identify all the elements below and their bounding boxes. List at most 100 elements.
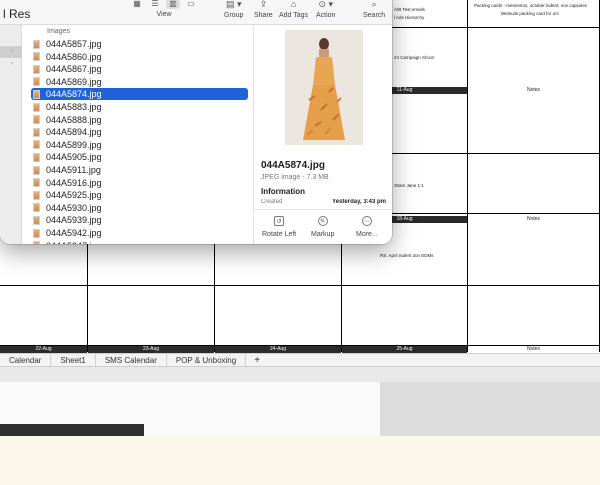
file-row[interactable]: 044A5874.jpg: [31, 88, 248, 101]
preview-actions: ↺ Rotate Left ✎ Markup ⋯ More...: [254, 209, 392, 244]
group-button[interactable]: ▤ ▾ Group: [224, 0, 243, 19]
rotate-left-icon: ↺: [274, 216, 285, 226]
file-thumbnail-icon: [33, 241, 40, 244]
more-label: More...: [356, 231, 378, 238]
file-row[interactable]: 044A5894.jpg: [31, 126, 248, 138]
preview-filename: 044A5874.jpg: [261, 160, 325, 171]
markup-icon: ✎: [317, 216, 328, 226]
file-row[interactable]: 044A5942.jpg: [31, 227, 248, 239]
file-row[interactable]: 044A5869.jpg: [31, 76, 248, 88]
finder-sidebar: › ›: [0, 25, 22, 244]
file-thumbnail-icon: [33, 64, 40, 74]
dress-photo: [285, 30, 363, 145]
add-tags-label: Add Tags: [279, 12, 309, 19]
cell-text: Packing cards - mementos, october indent…: [474, 3, 588, 8]
list-view-icon[interactable]: ☰: [148, 0, 162, 9]
file-thumbnail-icon: [33, 77, 40, 87]
file-list: Images 044A5857.jpg 044A5860.jpg 044A5867.…: [23, 25, 253, 244]
cell-text: l Ads Hierarchy: [394, 15, 425, 20]
notes-header: Notes: [468, 346, 599, 353]
notes-header: Notes: [468, 216, 599, 223]
info-heading: Information: [261, 187, 305, 196]
gallery-view-icon[interactable]: ▭: [184, 0, 198, 9]
markup-button[interactable]: ✎ Markup: [311, 216, 334, 238]
file-name: 044A5925.jpg: [46, 190, 102, 201]
created-value: Yesterday, 3:43 pm: [332, 199, 386, 205]
file-thumbnail-icon: [33, 102, 40, 112]
chevron-right-icon[interactable]: ›: [11, 61, 13, 67]
group-icon: ▤ ▾: [225, 0, 242, 9]
tab-sheet1[interactable]: Sheet1: [51, 354, 96, 366]
background-area: [0, 436, 600, 485]
column-view-icon[interactable]: ▥: [166, 0, 180, 9]
file-name: 044A5905.jpg: [46, 152, 102, 163]
file-name: 044A5916.jpg: [46, 177, 102, 188]
tab-pop-unboxing[interactable]: POP & Unboxing: [167, 354, 247, 366]
file-thumbnail-icon: [33, 115, 40, 125]
screen: Packing cards - mementos, october indent…: [0, 0, 600, 485]
file-row[interactable]: 044A5911.jpg: [31, 164, 248, 176]
file-name: 044A5860.jpg: [46, 51, 102, 62]
file-thumbnail-icon: [33, 127, 40, 137]
file-row[interactable]: 044A5925.jpg: [31, 189, 248, 201]
search-button[interactable]: ⌕ Search: [363, 0, 385, 19]
cell-text: RS: April Indent 3on EDMs: [380, 253, 434, 258]
background-panel: [380, 382, 600, 436]
file-name: 044A5911.jpg: [46, 165, 101, 175]
view-control[interactable]: ▦ ☰ ▥ ▭ View: [130, 0, 198, 18]
file-row[interactable]: 044A5888.jpg: [31, 114, 248, 126]
date-header: 22-Aug: [0, 346, 87, 353]
action-icon: ⊙ ▾: [318, 0, 334, 9]
preview-meta: JPEG image - 7.3 MB: [261, 174, 329, 181]
preview-pane: 044A5874.jpg JPEG image - 7.3 MB Informa…: [253, 25, 392, 244]
file-row[interactable]: 044A5930.jpg: [31, 202, 248, 214]
file-row[interactable]: 044A5939.jpg: [31, 214, 248, 226]
file-row[interactable]: 044A5916.jpg: [31, 177, 248, 189]
list-header-images: Images: [47, 28, 70, 35]
cell-text: 30am Jane 1:1: [394, 183, 424, 188]
file-thumbnail-icon: [33, 140, 40, 150]
file-name: 044A5899.jpg: [46, 139, 102, 150]
file-name: 044A5874.jpg: [46, 89, 102, 100]
file-thumbnail-icon: [33, 215, 40, 225]
action-button[interactable]: ⊙ ▾ Action: [316, 0, 335, 19]
share-label: Share: [254, 12, 273, 19]
finder-toolbar: l Res ▦ ☰ ▥ ▭ View ▤ ▾ Group ⇪ Share ⌂ A…: [0, 0, 392, 25]
cell-text: A/B Test emails: [394, 7, 425, 12]
file-row[interactable]: 044A5899.jpg: [31, 139, 248, 151]
view-label: View: [156, 11, 172, 18]
file-name: 044A5869.jpg: [46, 76, 102, 87]
file-thumbnail-icon: [33, 178, 40, 188]
file-row[interactable]: 044A5905.jpg: [31, 151, 248, 163]
tab-calendar[interactable]: Calendar: [0, 354, 52, 366]
share-button[interactable]: ⇪ Share: [254, 0, 273, 19]
rotate-left-button[interactable]: ↺ Rotate Left: [262, 216, 296, 238]
date-header: 23-Aug: [88, 346, 214, 353]
add-tags-button[interactable]: ⌂ Add Tags: [279, 0, 308, 19]
notes-header: Notes: [468, 87, 599, 94]
tab-sms-calendar[interactable]: SMS Calendar: [96, 354, 167, 366]
file-row[interactable]: 044A5857.jpg: [31, 38, 248, 50]
action-label: Action: [316, 12, 336, 19]
created-label: Created: [261, 199, 283, 205]
group-label: Group: [224, 12, 244, 19]
file-row[interactable]: 044A5883.jpg: [31, 101, 248, 113]
file-thumbnail-icon: [33, 39, 40, 49]
share-icon: ⇪: [259, 0, 268, 9]
add-sheet-button[interactable]: +: [246, 355, 268, 366]
file-row[interactable]: 044A5947.jpg: [31, 240, 248, 244]
dark-bar: [0, 424, 144, 436]
file-row[interactable]: 044A5860.jpg: [31, 51, 248, 63]
file-name: 044A5867.jpg: [46, 64, 102, 75]
file-thumbnail-icon: [33, 165, 40, 175]
file-row[interactable]: 044A5867.jpg: [31, 63, 248, 75]
file-name: 044A5930.jpg: [46, 202, 102, 213]
chevron-right-icon[interactable]: ›: [11, 48, 13, 54]
rotate-left-label: Rotate Left: [262, 231, 297, 238]
file-name: 044A5888.jpg: [46, 114, 102, 125]
more-icon: ⋯: [361, 216, 372, 226]
more-button[interactable]: ⋯ More...: [356, 216, 378, 238]
search-icon: ⌕: [371, 0, 377, 9]
preview-image: [285, 30, 363, 145]
icon-view-icon[interactable]: ▦: [130, 0, 144, 9]
